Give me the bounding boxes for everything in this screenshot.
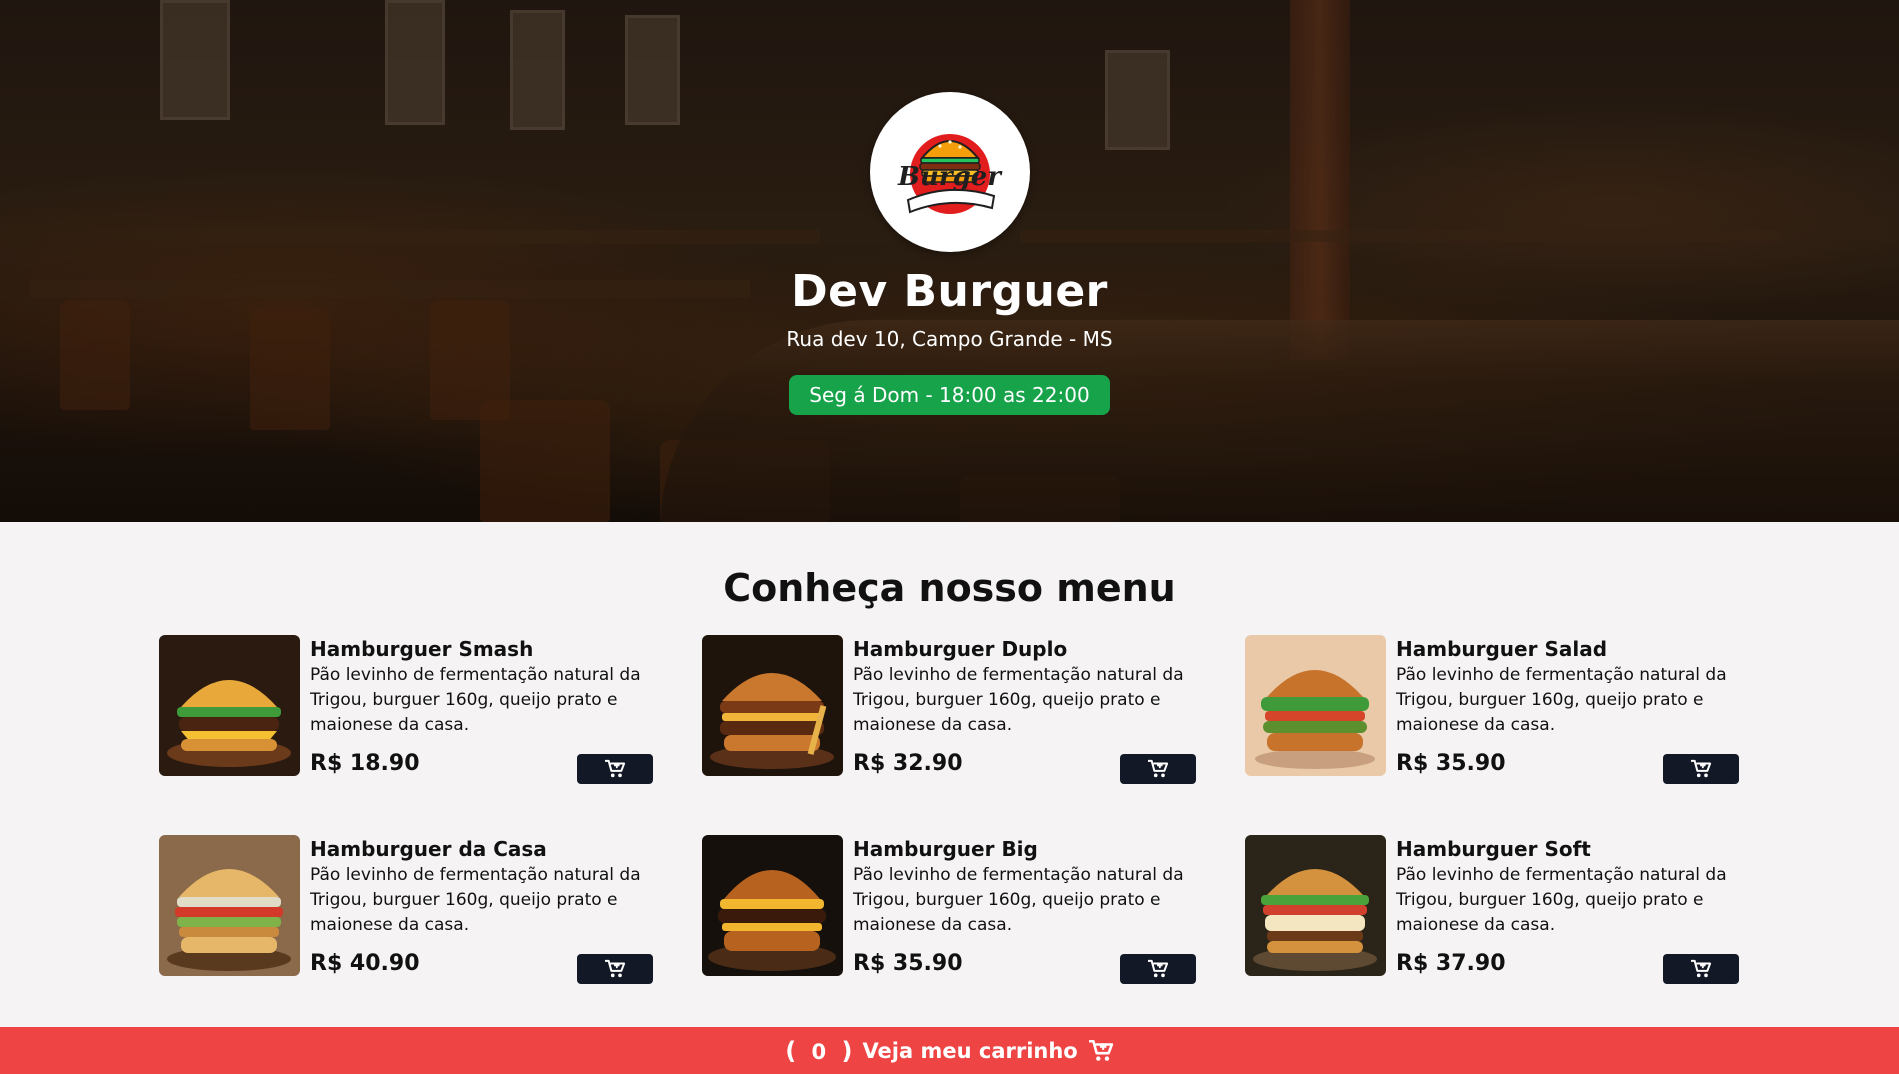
menu-grid: Hamburguer Smash Pão levinho de fermenta… (159, 635, 1739, 984)
menu-item-description: Pão levinho de fermentação natural da Tr… (853, 665, 1184, 735)
burger-photo (159, 835, 300, 976)
cart-plus-icon (1691, 759, 1712, 778)
cart-close-paren: ) (841, 1036, 853, 1065)
menu-item-body: Hamburguer Smash Pão levinho de fermenta… (310, 635, 653, 784)
menu-item-description: Pão levinho de fermentação natural da Tr… (1396, 865, 1727, 935)
cart-count-wrap: ( 0 ) (785, 1037, 852, 1065)
menu-section: Conheça nosso menu Hamburguer Smash Pão … (0, 522, 1899, 1027)
cart-plus-icon (1148, 959, 1169, 978)
menu-item-price: R$ 37.90 (1396, 951, 1506, 976)
logo-text: Burger (898, 162, 1001, 192)
menu-item-body: Hamburguer Salad Pão levinho de fermenta… (1396, 635, 1739, 784)
cart-icon (1088, 1039, 1113, 1061)
menu-item-name: Hamburguer Smash (310, 637, 534, 661)
cart-count: 0 (811, 1039, 827, 1064)
menu-item-name: Hamburguer Salad (1396, 637, 1608, 661)
menu-item: Hamburguer Duplo Pão levinho de fermenta… (702, 635, 1196, 784)
menu-item-price: R$ 35.90 (1396, 751, 1506, 776)
menu-title: Conheça nosso menu (723, 566, 1176, 610)
cart-plus-icon (605, 959, 626, 978)
menu-item-name: Hamburguer Soft (1396, 837, 1591, 861)
add-to-cart-button[interactable] (577, 954, 653, 984)
menu-item-body: Hamburguer Duplo Pão levinho de fermenta… (853, 635, 1196, 784)
add-to-cart-button[interactable] (1663, 954, 1739, 984)
menu-item-name: Hamburguer da Casa (310, 837, 547, 861)
menu-item: Hamburguer Soft Pão levinho de fermentaç… (1245, 835, 1739, 984)
menu-item-body: Hamburguer Big Pão levinho de fermentaçã… (853, 835, 1196, 984)
cart-plus-icon (605, 759, 626, 778)
menu-item-price: R$ 32.90 (853, 751, 963, 776)
add-to-cart-button[interactable] (577, 754, 653, 784)
add-to-cart-button[interactable] (1120, 754, 1196, 784)
view-cart-button[interactable]: ( 0 ) Veja meu carrinho (0, 1027, 1899, 1074)
burger-photo (159, 635, 300, 776)
menu-item-description: Pão levinho de fermentação natural da Tr… (310, 665, 641, 735)
menu-item-body: Hamburguer Soft Pão levinho de fermentaç… (1396, 835, 1739, 984)
menu-item-name: Hamburguer Duplo (853, 637, 1068, 661)
burger-photo (702, 635, 843, 776)
cart-plus-icon (1148, 759, 1169, 778)
menu-item: Hamburguer Smash Pão levinho de fermenta… (159, 635, 653, 784)
restaurant-address: Rua dev 10, Campo Grande - MS (786, 327, 1113, 351)
logo-text-wrap: Burger (0, 162, 1899, 192)
hero-banner: Burger Dev Burguer Rua dev 10, Campo Gra… (0, 0, 1899, 522)
menu-item-name: Hamburguer Big (853, 837, 1038, 861)
menu-item-description: Pão levinho de fermentação natural da Tr… (310, 865, 641, 935)
cart-plus-icon (1691, 959, 1712, 978)
burger-photo (1245, 835, 1386, 976)
burger-photo (702, 835, 843, 976)
menu-item: Hamburguer Salad Pão levinho de fermenta… (1245, 635, 1739, 784)
menu-item: Hamburguer Big Pão levinho de fermentaçã… (702, 835, 1196, 984)
burger-photo (1245, 635, 1386, 776)
menu-item-body: Hamburguer da Casa Pão levinho de fermen… (310, 835, 653, 984)
add-to-cart-button[interactable] (1120, 954, 1196, 984)
menu-item-price: R$ 35.90 (853, 951, 963, 976)
menu-item-description: Pão levinho de fermentação natural da Tr… (853, 865, 1184, 935)
restaurant-name: Dev Burguer (791, 266, 1108, 317)
view-cart-label: Veja meu carrinho (862, 1038, 1078, 1063)
menu-item-price: R$ 18.90 (310, 751, 420, 776)
menu-item-price: R$ 40.90 (310, 951, 420, 976)
menu-item: Hamburguer da Casa Pão levinho de fermen… (159, 835, 653, 984)
add-to-cart-button[interactable] (1663, 754, 1739, 784)
menu-item-description: Pão levinho de fermentação natural da Tr… (1396, 665, 1727, 735)
cart-open-paren: ( (785, 1036, 797, 1065)
opening-hours-badge: Seg á Dom - 18:00 as 22:00 (789, 375, 1110, 415)
